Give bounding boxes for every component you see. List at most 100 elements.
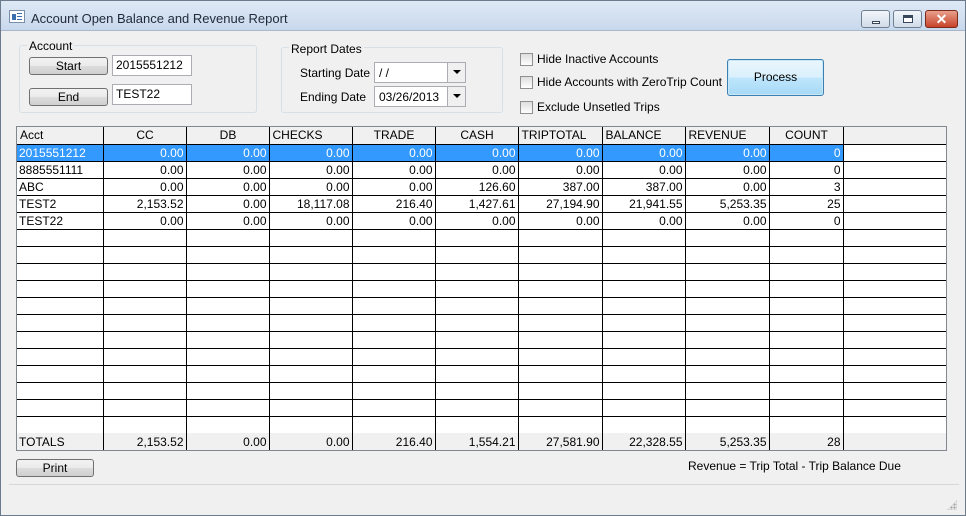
cell-count[interactable]: 25: [769, 195, 844, 213]
cell-checks[interactable]: 0.00: [269, 212, 353, 230]
cell-revenue[interactable]: 0.00: [685, 212, 770, 230]
cell-db[interactable]: 0.00: [186, 144, 270, 162]
cell-count[interactable]: 0: [769, 161, 844, 179]
checkbox-box[interactable]: [520, 101, 533, 114]
empty-cell: [435, 331, 519, 349]
cell-balance[interactable]: 387.00: [602, 178, 686, 196]
checkbox-box[interactable]: [520, 53, 533, 66]
cell-acct[interactable]: 8885551111: [17, 161, 104, 179]
cell-count[interactable]: 0: [769, 212, 844, 230]
empty-cell: [843, 314, 946, 332]
cell-db[interactable]: 0.00: [186, 161, 270, 179]
cell-cc[interactable]: 0.00: [103, 178, 187, 196]
cell-acct[interactable]: ABC: [17, 178, 104, 196]
cell-cash[interactable]: 0.00: [435, 161, 519, 179]
cell-triptotal[interactable]: 0.00: [518, 161, 603, 179]
minimize-button[interactable]: [861, 10, 890, 28]
column-header-checks[interactable]: CHECKS: [269, 127, 353, 145]
empty-cell: [186, 246, 270, 264]
total-db: 0.00: [186, 433, 270, 450]
cell-trade[interactable]: 0.00: [352, 161, 436, 179]
cell-acct[interactable]: TEST2: [17, 195, 104, 213]
table-row[interactable]: ABC 0.00 0.00 0.00 0.00 126.60 387.00 387.00 0.0…: [17, 178, 946, 196]
column-header-db[interactable]: DB: [186, 127, 270, 145]
cell-cc[interactable]: 0.00: [103, 144, 187, 162]
process-button[interactable]: Process: [727, 59, 824, 96]
empty-cell: [103, 280, 187, 298]
cell-checks[interactable]: 0.00: [269, 178, 353, 196]
end-account-input[interactable]: TEST22: [112, 84, 192, 105]
empty-cell: [269, 280, 353, 298]
cell-cc[interactable]: 0.00: [103, 161, 187, 179]
empty-cell: [769, 416, 844, 434]
column-header-count[interactable]: COUNT: [769, 127, 844, 145]
cell-trade[interactable]: 0.00: [352, 178, 436, 196]
close-button[interactable]: ✕: [925, 10, 958, 28]
cell-db[interactable]: 0.00: [186, 212, 270, 230]
table-row[interactable]: 2015551212 0.00 0.00 0.00 0.00 0.00 0.00 0.00 0.…: [17, 144, 946, 162]
chevron-down-icon[interactable]: [447, 63, 465, 82]
cell-trade[interactable]: 0.00: [352, 144, 436, 162]
cell-triptotal[interactable]: 27,194.90: [518, 195, 603, 213]
cell-cash[interactable]: 126.60: [435, 178, 519, 196]
empty-cell: [103, 314, 187, 332]
cell-acct[interactable]: TEST22: [17, 212, 104, 230]
cell-balance[interactable]: 0.00: [602, 161, 686, 179]
cell-triptotal[interactable]: 0.00: [518, 144, 603, 162]
cell-cc[interactable]: 0.00: [103, 212, 187, 230]
cell-cash[interactable]: 1,427.61: [435, 195, 519, 213]
starting-date-picker[interactable]: / /: [374, 62, 466, 83]
checkbox-box[interactable]: [520, 76, 533, 89]
cell-checks[interactable]: 0.00: [269, 161, 353, 179]
empty-cell: [17, 280, 104, 298]
empty-cell: [518, 382, 603, 400]
column-header-trade[interactable]: TRADE: [352, 127, 436, 145]
end-button[interactable]: End: [29, 88, 108, 106]
exclude-unsetled-label: Exclude Unsetled Trips: [537, 100, 660, 114]
start-button[interactable]: Start: [29, 57, 108, 75]
maximize-button[interactable]: [893, 10, 922, 28]
maximize-icon: [903, 15, 913, 23]
table-row[interactable]: 8885551111 0.00 0.00 0.00 0.00 0.00 0.00 0.00 0.…: [17, 161, 946, 179]
column-header-cc[interactable]: CC: [103, 127, 187, 145]
cell-trade[interactable]: 0.00: [352, 212, 436, 230]
cell-balance[interactable]: 21,941.55: [602, 195, 686, 213]
cell-db[interactable]: 0.00: [186, 178, 270, 196]
cell-revenue[interactable]: 5,253.35: [685, 195, 770, 213]
cell-count[interactable]: 3: [769, 178, 844, 196]
chevron-down-icon[interactable]: [447, 87, 465, 106]
cell-cash[interactable]: 0.00: [435, 144, 519, 162]
ending-date-picker[interactable]: 03/26/2013: [374, 86, 466, 107]
start-account-input[interactable]: 2015551212: [112, 55, 192, 76]
empty-cell: [269, 229, 353, 247]
cell-cash[interactable]: 0.00: [435, 212, 519, 230]
cell-checks[interactable]: 18,117.08: [269, 195, 353, 213]
column-header-triptotal[interactable]: TRIPTOTAL: [518, 127, 603, 145]
cell-balance[interactable]: 0.00: [602, 144, 686, 162]
column-header-balance[interactable]: BALANCE: [602, 127, 686, 145]
cell-balance[interactable]: 0.00: [602, 212, 686, 230]
cell-checks[interactable]: 0.00: [269, 144, 353, 162]
print-button[interactable]: Print: [16, 459, 94, 477]
title-bar[interactable]: Account Open Balance and Revenue Report …: [1, 1, 965, 31]
empty-cell: [17, 314, 104, 332]
column-header-revenue[interactable]: REVENUE: [685, 127, 770, 145]
app-icon: [9, 10, 25, 23]
cell-revenue[interactable]: 0.00: [685, 178, 770, 196]
column-header-acct[interactable]: Acct: [17, 127, 104, 145]
cell-acct[interactable]: 2015551212: [17, 144, 104, 162]
cell-revenue[interactable]: 0.00: [685, 161, 770, 179]
cell-triptotal[interactable]: 387.00: [518, 178, 603, 196]
empty-cell: [435, 263, 519, 281]
cell-count[interactable]: 0: [769, 144, 844, 162]
column-header-cash[interactable]: CASH: [435, 127, 519, 145]
cell-trade[interactable]: 216.40: [352, 195, 436, 213]
cell-triptotal[interactable]: 0.00: [518, 212, 603, 230]
table-row[interactable]: TEST22 0.00 0.00 0.00 0.00 0.00 0.00 0.00 0.00 0: [17, 212, 946, 230]
cell-revenue[interactable]: 0.00: [685, 144, 770, 162]
cell-db[interactable]: 0.00: [186, 195, 270, 213]
resize-grip-icon[interactable]: [947, 500, 957, 510]
table-row[interactable]: TEST2 2,153.52 0.00 18,117.08 216.40 1,427.61…: [17, 195, 946, 213]
cell-cc[interactable]: 2,153.52: [103, 195, 187, 213]
report-grid[interactable]: Acct CC DB CHECKS TRADE CASH TRIPTOTAL BALANCE R…: [16, 126, 947, 451]
